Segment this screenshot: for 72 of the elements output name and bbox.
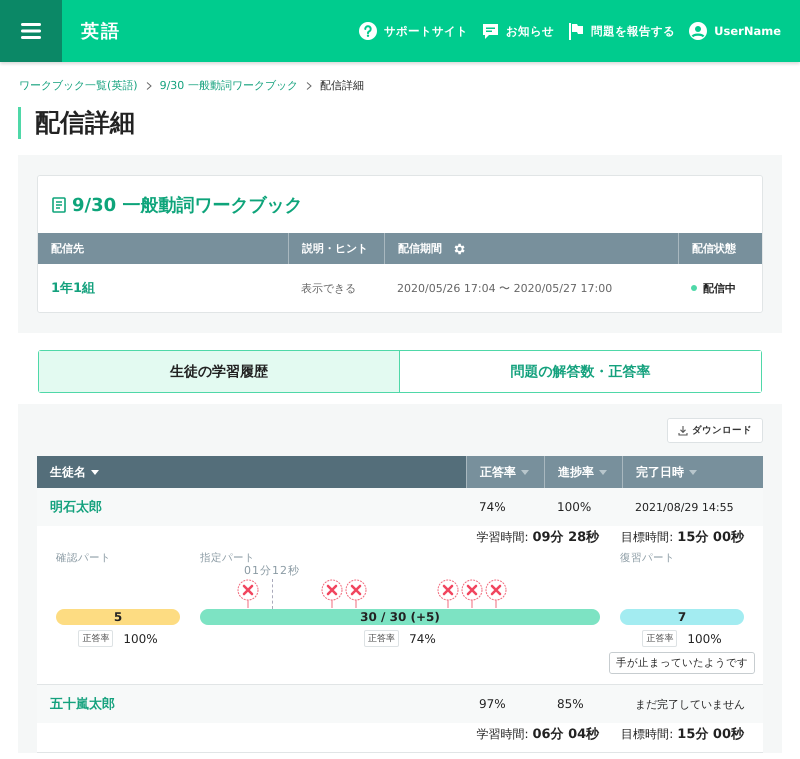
- breadcrumb-link[interactable]: ワークブック一覧(英語): [19, 78, 138, 93]
- header-link[interactable]: UserName: [689, 22, 781, 40]
- period-cell-text: 2020/05/26 17:04 〜 2020/05/27 17:00: [396, 280, 614, 296]
- accuracy-tag: 正答率: [78, 630, 114, 647]
- accuracy-value: 74%: [409, 632, 436, 646]
- page-title: 配信詳細: [18, 107, 782, 139]
- help-icon: [359, 22, 378, 40]
- part-count-bar: 5: [56, 609, 180, 625]
- study-time-label: 学習時間:: [476, 530, 529, 545]
- target-time-value: 15分 00秒: [677, 530, 744, 545]
- settings-icon[interactable]: [452, 242, 466, 256]
- menu-icon: [21, 23, 41, 39]
- menu-button[interactable]: [0, 0, 62, 62]
- header-link[interactable]: サポートサイト: [359, 22, 468, 40]
- student-row[interactable]: 明石太郎 74% 100% 2021/08/29 14:55: [37, 488, 763, 526]
- message-icon: [482, 22, 500, 40]
- column-header: 配信先: [50, 241, 85, 257]
- rate-cell-text: 74%: [478, 500, 507, 514]
- notebook-icon: [52, 197, 66, 213]
- class-link[interactable]: 1年1組: [38, 279, 288, 297]
- chevron-icon: [306, 82, 312, 90]
- column-header[interactable]: 正答率: [466, 456, 544, 488]
- column-header[interactable]: 完了日時: [622, 456, 763, 488]
- study-time-value: 09分 28秒: [532, 530, 600, 545]
- download-button[interactable]: ダウンロード: [667, 418, 763, 443]
- breadcrumb-current: 配信詳細: [320, 78, 364, 93]
- completed-cell-text: 2021/08/29 14:55: [634, 500, 735, 514]
- study-time-value: 06分 04秒: [532, 727, 600, 742]
- status-dot: [691, 285, 697, 291]
- header-link[interactable]: 問題を報告する: [568, 22, 676, 40]
- flag-icon: [568, 22, 584, 40]
- part-count-bar: 30 / 30 (+5): [200, 609, 600, 625]
- accuracy-value: 100%: [123, 632, 158, 646]
- part-label: 復習パート: [620, 551, 675, 565]
- rate-cell-text: 97%: [478, 697, 507, 711]
- workbook-title: 9/30 一般動詞ワークブック: [72, 194, 302, 217]
- part-label: 指定パート: [200, 551, 255, 565]
- header-link[interactable]: お知らせ: [482, 22, 554, 40]
- chevron-icon: [146, 82, 152, 90]
- hint-cell-text: 表示できる: [300, 280, 357, 296]
- stalled-note: 手が止まっていたようです: [609, 652, 755, 674]
- student-row[interactable]: 五十嵐太郎 97% 85% まだ完了していません: [37, 685, 763, 723]
- column-header: 配信状態: [678, 233, 762, 264]
- download-icon: [678, 426, 688, 436]
- target-time-value: 15分 00秒: [677, 727, 744, 742]
- sort-caret-icon: [599, 470, 607, 474]
- study-time-label: 学習時間:: [476, 727, 529, 742]
- column-header: 説明・ヒント: [288, 233, 384, 264]
- sort-caret-icon: [91, 470, 99, 474]
- target-time-label: 目標時間:: [621, 530, 674, 545]
- sort-caret-icon: [521, 470, 529, 474]
- column-header: 配信期間: [384, 233, 678, 264]
- subject-title: 英語: [81, 20, 121, 43]
- pause-time-label: 01分12秒: [244, 563, 300, 578]
- student-name[interactable]: 五十嵐太郎: [37, 695, 466, 713]
- target-time-label: 目標時間:: [621, 727, 674, 742]
- part-label: 確認パート: [56, 551, 111, 565]
- part-count-bar: 7: [620, 609, 744, 625]
- column-header[interactable]: 進捗率: [544, 456, 622, 488]
- breadcrumb-link[interactable]: 9/30 一般動詞ワークブック: [160, 78, 298, 93]
- user-icon: [689, 22, 708, 40]
- accuracy-tag: 正答率: [642, 630, 678, 647]
- accuracy-tag: 正答率: [364, 630, 400, 647]
- student-name[interactable]: 明石太郎: [37, 498, 466, 516]
- accuracy-value: 100%: [687, 632, 722, 646]
- progress-cell-text: 85%: [556, 697, 585, 711]
- sort-caret-icon: [689, 470, 697, 474]
- status-text: 配信中: [703, 280, 736, 296]
- tab[interactable]: 生徒の学習履歴: [39, 351, 400, 392]
- completed-cell-text: まだ完了していません: [634, 696, 746, 712]
- progress-cell-text: 100%: [556, 500, 592, 514]
- column-header[interactable]: 生徒名: [37, 456, 466, 488]
